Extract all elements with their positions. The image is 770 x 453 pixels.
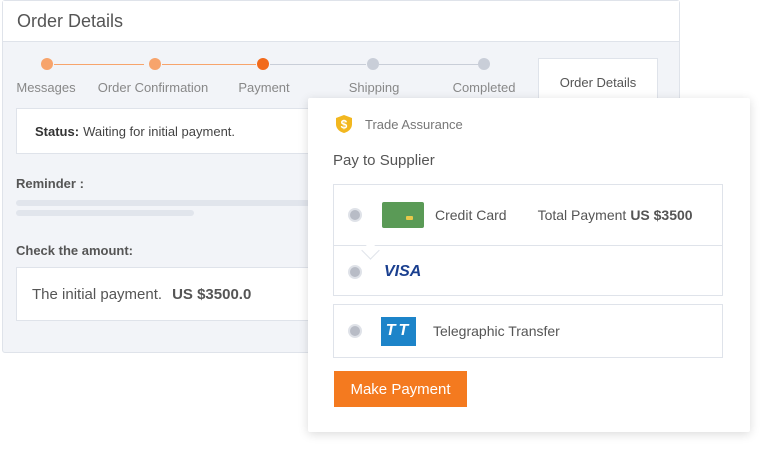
credit-card-icon bbox=[382, 202, 424, 228]
make-payment-button[interactable]: Make Payment bbox=[334, 371, 467, 407]
svg-text:$: $ bbox=[341, 118, 348, 132]
step-label-order-confirmation: Order Confirmation bbox=[97, 80, 209, 95]
card-payment-options: Credit Card Total Payment US $3500 VISA bbox=[333, 184, 723, 296]
visa-option[interactable]: VISA bbox=[334, 246, 722, 297]
reminder-text-placeholder bbox=[16, 200, 316, 206]
order-header: Order Details bbox=[3, 1, 679, 42]
credit-card-option[interactable]: Credit Card Total Payment US $3500 bbox=[334, 185, 722, 246]
telegraphic-transfer-label: Telegraphic Transfer bbox=[433, 323, 560, 339]
progress-steps: Messages Order Confirmation Payment Ship… bbox=[3, 53, 533, 97]
trade-assurance-label: Trade Assurance bbox=[365, 116, 463, 132]
status-box: Status: Waiting for initial payment. bbox=[16, 108, 326, 154]
step-dot-messages bbox=[41, 58, 53, 70]
total-payment-value: US $3500 bbox=[630, 207, 693, 223]
amount-text: The initial payment. bbox=[32, 285, 163, 303]
telegraphic-transfer-radio[interactable] bbox=[348, 324, 362, 338]
step-label-completed: Completed bbox=[452, 80, 516, 95]
step-label-payment: Payment bbox=[238, 80, 290, 95]
step-dot-payment bbox=[257, 58, 269, 70]
reminder-text-placeholder bbox=[16, 210, 194, 216]
credit-card-label: Credit Card bbox=[435, 207, 507, 223]
step-label-shipping: Shipping bbox=[348, 80, 400, 95]
status-label: Status: bbox=[35, 123, 80, 139]
step-dot-completed bbox=[478, 58, 490, 70]
status-value: Waiting for initial payment. bbox=[83, 123, 236, 139]
step-connector bbox=[270, 64, 366, 65]
reminder-label: Reminder : bbox=[16, 176, 84, 191]
amount-value: US $3500.0 bbox=[172, 285, 252, 303]
visa-logo-icon: VISA bbox=[384, 262, 422, 280]
pay-to-supplier-title: Pay to Supplier bbox=[333, 152, 435, 169]
step-dot-shipping bbox=[367, 58, 379, 70]
visa-radio[interactable] bbox=[348, 264, 362, 279]
step-connector bbox=[54, 64, 144, 65]
dollar-shield-icon: $ bbox=[334, 114, 354, 134]
telegraphic-transfer-option[interactable]: TT Telegraphic Transfer bbox=[333, 304, 723, 358]
total-payment-label: Total Payment bbox=[537, 207, 627, 223]
check-amount-label: Check the amount: bbox=[16, 243, 134, 258]
step-label-messages: Messages bbox=[16, 80, 76, 95]
step-connector bbox=[162, 64, 256, 65]
step-connector bbox=[379, 64, 479, 65]
order-title: Order Details bbox=[17, 10, 124, 31]
step-dot-order-confirmation bbox=[149, 58, 161, 70]
amount-box: The initial payment. US $3500.0 bbox=[16, 267, 326, 321]
tt-transfer-icon: TT bbox=[381, 316, 416, 346]
trade-assurance: $ Trade Assurance bbox=[334, 114, 463, 134]
credit-card-radio[interactable] bbox=[348, 208, 362, 222]
pay-to-supplier-card: $ Trade Assurance Pay to Supplier Credit… bbox=[308, 98, 750, 432]
